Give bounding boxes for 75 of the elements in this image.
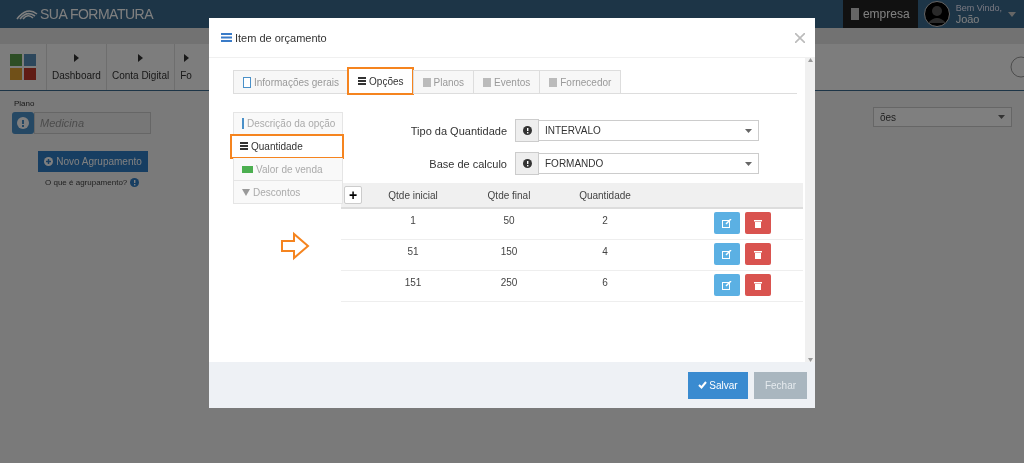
trash-icon (754, 218, 762, 228)
table-cell-text: 2 (601, 214, 609, 226)
help-addon[interactable] (515, 152, 539, 175)
tab[interactable]: Informações gerais (233, 70, 349, 94)
apps-icon[interactable] (10, 54, 36, 80)
trash-icon (754, 280, 762, 290)
field-label: Plano (14, 99, 36, 108)
help-addon[interactable] (515, 119, 539, 142)
nav-item[interactable]: Dashboard (46, 44, 106, 90)
add-button[interactable]: + (344, 186, 362, 204)
subnav-item[interactable]: Descrição da opção (233, 112, 343, 135)
caret-icon (745, 161, 752, 166)
table-cell-text: 150 (499, 245, 519, 257)
column-header: Qtde inicial (387, 189, 439, 201)
table-cell-text: 4 (601, 245, 609, 257)
subnav-item[interactable]: Quantidade (231, 135, 343, 158)
save-button[interactable]: Salvar (688, 371, 748, 399)
field-label: Tipo da Quantidade (409, 124, 508, 137)
caret-icon (73, 53, 79, 62)
table-cell-text: 51 (406, 245, 420, 257)
trash-icon (754, 249, 762, 259)
nav-item[interactable]: Fo (174, 44, 197, 90)
list-icon (358, 76, 367, 86)
column-header: Quantidade (578, 189, 632, 201)
caret-icon (138, 53, 144, 62)
delete-button[interactable] (745, 212, 771, 234)
subnav-item[interactable]: Valor de venda (233, 158, 343, 181)
field-label: Base de calculo (428, 157, 508, 170)
help-button[interactable] (12, 112, 34, 134)
select-field[interactable]: ões (873, 107, 1012, 127)
logo-text: SUA FORMATURA (40, 6, 154, 22)
edit-button[interactable] (714, 243, 740, 265)
tab[interactable]: Eventos (473, 70, 540, 94)
check-icon (698, 381, 708, 389)
edit-icon (722, 280, 732, 290)
table-cell-text: 250 (499, 276, 519, 288)
subnav-item[interactable]: Descontos (233, 181, 343, 204)
select-field[interactable]: FORMANDO (539, 153, 759, 174)
new-group-button[interactable]: Novo Agrupamento (38, 151, 148, 172)
banknote-icon (242, 165, 253, 173)
edit-icon (722, 249, 732, 259)
tab[interactable]: Opções (348, 68, 413, 94)
down-arrow-icon (242, 188, 250, 196)
caret-icon (745, 128, 752, 133)
table-cell-text: 50 (502, 214, 516, 226)
caret-icon[interactable] (1008, 11, 1016, 17)
delete-button[interactable] (745, 274, 771, 296)
nav-item[interactable]: Conta Digital (105, 44, 175, 90)
select-field[interactable]: INTERVALO (539, 120, 759, 141)
caret-icon (183, 53, 189, 62)
user-name[interactable]: João (955, 14, 1002, 25)
list-icon (240, 141, 248, 151)
tab[interactable]: Fornecedor (539, 70, 622, 94)
delete-button[interactable] (745, 243, 771, 265)
column-header: Qtde final (486, 189, 532, 201)
table-cell-text: 6 (601, 276, 609, 288)
plus-icon (44, 157, 54, 166)
edit-button[interactable] (714, 212, 740, 234)
list-icon (221, 33, 232, 42)
avatar-icon (923, 1, 950, 27)
welcome-text: Bem Vindo, (955, 3, 1002, 14)
tab[interactable]: Planos (412, 70, 474, 94)
table-cell-text: 1 (409, 214, 417, 226)
close-icon[interactable] (795, 32, 805, 43)
modal-title: Item de orçamento (235, 31, 327, 44)
company-button[interactable]: empresa (842, 0, 918, 28)
table-cell-text: 151 (403, 276, 423, 288)
edit-icon (722, 218, 732, 228)
arrow-icon (280, 231, 310, 261)
caret-icon (998, 115, 1005, 119)
edit-button[interactable] (714, 274, 740, 296)
help-link[interactable]: O que é agrupamento? (45, 178, 128, 187)
scroll-up-icon[interactable] (807, 58, 813, 62)
scrollbar[interactable] (805, 58, 815, 362)
logo-icon (16, 8, 38, 20)
